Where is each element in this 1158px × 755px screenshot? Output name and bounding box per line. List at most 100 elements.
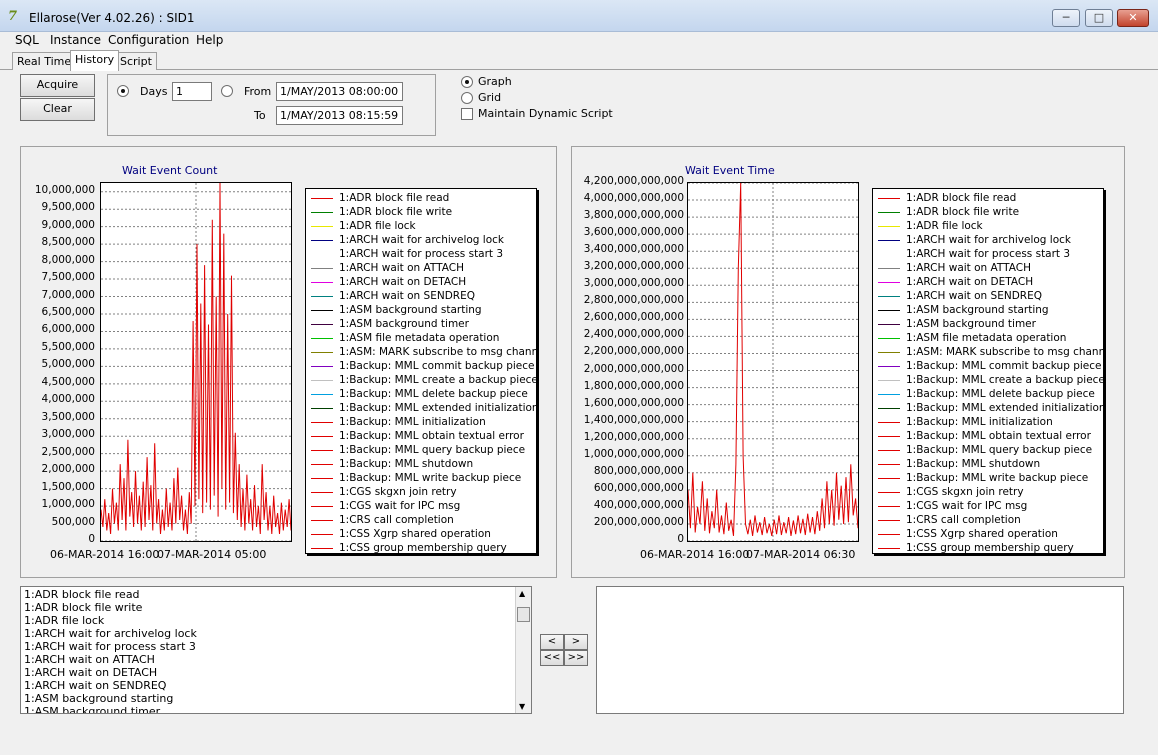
- y-tick-label: 0: [88, 533, 95, 545]
- y-tick-label: 1,000,000,000,000: [583, 447, 684, 460]
- minimize-icon: ─: [1062, 11, 1070, 24]
- y-tick-label: 7,500,000: [41, 271, 95, 284]
- tab-script[interactable]: Script: [115, 52, 157, 70]
- list-item[interactable]: 1:ARCH wait for archivelog lock: [24, 627, 197, 640]
- tab-real-time[interactable]: Real Time: [12, 52, 77, 70]
- arrow-down-icon[interactable]: ▼: [519, 702, 525, 711]
- scrollbar-thumb[interactable]: [517, 607, 530, 622]
- legend-label: 1:ADR file lock: [339, 220, 416, 232]
- acquire-button[interactable]: Acquire: [20, 74, 95, 97]
- tab-history[interactable]: History: [70, 50, 120, 71]
- legend-label: 1:Backup: MML initialization: [339, 416, 486, 428]
- legend-swatch: [311, 478, 333, 479]
- legend-label: 1:CSS Xgrp shared operation: [339, 528, 491, 540]
- y-tick-label: 400,000,000,000: [593, 498, 684, 511]
- list-item[interactable]: 1:ARCH wait on SENDREQ: [24, 679, 166, 692]
- legend-label: 1:ARCH wait for process start 3: [339, 248, 504, 260]
- move-left-button[interactable]: <: [540, 634, 564, 650]
- minimize-button[interactable]: ─: [1052, 9, 1080, 27]
- legend-label: 1:Backup: MML initialization: [906, 416, 1053, 428]
- y-tick-label: 4,000,000,000,000: [583, 192, 684, 205]
- legend-swatch: [311, 366, 333, 367]
- menu-configuration[interactable]: Configuration: [108, 33, 189, 47]
- legend-swatch: [878, 548, 900, 549]
- y-tick-label: 3,600,000,000,000: [583, 226, 684, 239]
- list-item[interactable]: 1:ASM background starting: [24, 692, 173, 705]
- y-tick-label: 2,800,000,000,000: [583, 294, 684, 307]
- list-item[interactable]: 1:ADR block file write: [24, 601, 142, 614]
- legend-swatch: [878, 478, 900, 479]
- legend-swatch: [311, 282, 333, 283]
- legend-count[interactable]: 1:ADR block file read 1:ADR block file wr…: [305, 188, 537, 554]
- list-item[interactable]: 1:ASM background timer: [24, 705, 160, 713]
- days-radio[interactable]: [117, 85, 129, 97]
- legend-label: 1:ARCH wait for archivelog lock: [339, 234, 504, 246]
- y-tick-label: 1,400,000,000,000: [583, 413, 684, 426]
- list-item[interactable]: 1:ADR file lock: [24, 614, 104, 627]
- menu-help[interactable]: Help: [196, 33, 223, 47]
- list-item[interactable]: 1:ARCH wait on ATTACH: [24, 653, 155, 666]
- legend-label: 1:ADR block file write: [339, 206, 453, 218]
- legend-swatch: [311, 226, 333, 227]
- y-tick-label: 5,500,000: [41, 340, 95, 353]
- legend-swatch: [311, 422, 333, 423]
- list-item[interactable]: 1:ADR block file read: [24, 588, 140, 601]
- y-tick-label: 2,000,000,000,000: [583, 362, 684, 375]
- from-radio[interactable]: [221, 85, 233, 97]
- y-tick-label: 9,500,000: [41, 201, 95, 214]
- legend-swatch: [878, 506, 900, 507]
- move-right-button[interactable]: >: [564, 634, 588, 650]
- maintain-dynamic-script-checkbox[interactable]: [461, 108, 473, 120]
- legend-time[interactable]: 1:ADR block file read 1:ADR block file wr…: [872, 188, 1104, 554]
- grid-radio[interactable]: [461, 92, 473, 104]
- move-all-right-button[interactable]: >>: [564, 650, 588, 666]
- y-tick-label: 8,000,000: [41, 253, 95, 266]
- legend-label: 1:ADR block file read: [339, 192, 450, 204]
- legend-swatch: [878, 352, 900, 353]
- move-all-left-button[interactable]: <<: [540, 650, 564, 666]
- graph-radio[interactable]: [461, 76, 473, 88]
- legend-swatch: [311, 450, 333, 451]
- days-input[interactable]: 1: [172, 82, 212, 101]
- menu-sql[interactable]: SQL: [15, 33, 39, 47]
- event-list-scrollbar[interactable]: ▲ ▼: [515, 587, 531, 713]
- legend-label: 1:ASM file metadata operation: [339, 332, 500, 344]
- x-tick-count-1: 07-MAR-2014 05:00: [157, 548, 267, 561]
- legend-label: 1:ASM background timer: [906, 318, 1036, 330]
- app-logo-icon: 7: [8, 9, 18, 24]
- x-tick-count-0: 06-MAR-2014 16:00: [50, 548, 160, 561]
- from-datetime-input[interactable]: 1/MAY/2013 08:00:00: [276, 82, 403, 101]
- menu-bar: SQL Instance Configuration Help: [0, 32, 1158, 50]
- legend-label: 1:CGS wait for IPC msg: [906, 500, 1028, 512]
- y-tick-label: 1,600,000,000,000: [583, 396, 684, 409]
- to-datetime-input[interactable]: 1/MAY/2013 08:15:59: [276, 106, 403, 125]
- y-tick-label: 4,500,000: [41, 375, 95, 388]
- y-tick-label: 0: [677, 533, 684, 545]
- title-bar[interactable]: 7 Ellarose(Ver 4.02.26) : SID1 ─ □ ✕: [0, 0, 1158, 32]
- y-tick-label: 3,000,000: [41, 428, 95, 441]
- legend-label: 1:Backup: MML delete backup piece: [906, 388, 1095, 400]
- legend-swatch: [878, 338, 900, 339]
- days-label: Days: [140, 85, 168, 98]
- event-list-box[interactable]: 1:ASM background timer 1:ASM background s…: [20, 586, 532, 714]
- y-tick-label: 1,000,000: [41, 498, 95, 511]
- menu-instance[interactable]: Instance: [50, 33, 101, 47]
- y-tick-label: 9,000,000: [41, 218, 95, 231]
- selected-event-list-box[interactable]: [596, 586, 1124, 714]
- legend-swatch: [311, 296, 333, 297]
- legend-swatch: [311, 212, 333, 213]
- plot-area-count: [100, 182, 292, 542]
- list-item[interactable]: 1:ARCH wait on DETACH: [24, 666, 157, 679]
- close-button[interactable]: ✕: [1117, 9, 1149, 27]
- legend-swatch: [878, 324, 900, 325]
- legend-swatch: [878, 212, 900, 213]
- plot-area-time: [687, 182, 859, 542]
- maximize-button[interactable]: □: [1085, 9, 1113, 27]
- count-chart-svg: [101, 183, 291, 541]
- time-chart-svg: [688, 183, 858, 541]
- arrow-up-icon[interactable]: ▲: [519, 589, 525, 598]
- clear-button[interactable]: Clear: [20, 98, 95, 121]
- legend-label: 1:Backup: MML write backup piece: [906, 472, 1089, 484]
- legend-swatch: [878, 422, 900, 423]
- list-item[interactable]: 1:ARCH wait for process start 3: [24, 640, 196, 653]
